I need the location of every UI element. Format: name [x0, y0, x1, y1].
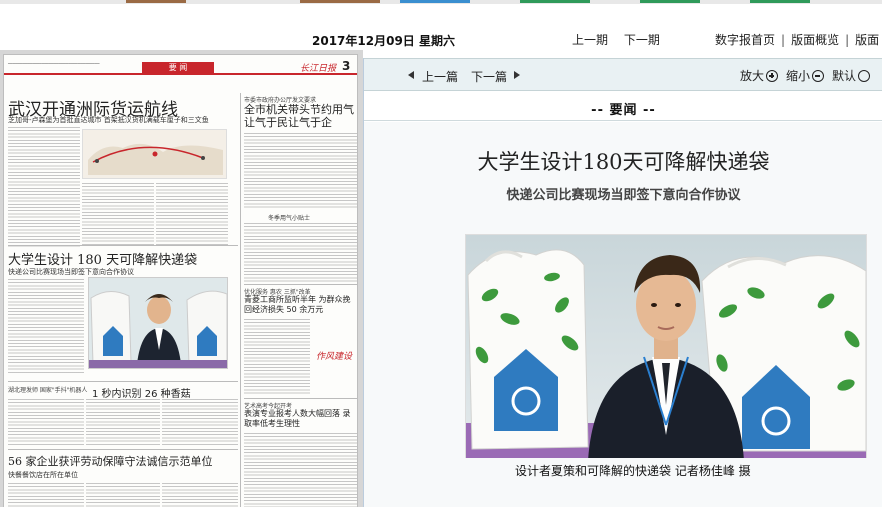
- page-link[interactable]: 版面: [855, 33, 879, 47]
- right-article-title-3[interactable]: 表演专业报考人数大幅回落 录取率低考生理性: [244, 409, 357, 429]
- zoom-default-icon: [858, 70, 871, 82]
- issue-date: 2017年12月09日 星期六: [312, 34, 455, 48]
- article-headline-mushroom[interactable]: 1 秒内识别 26 种香菇: [92, 385, 191, 400]
- article-toolbar: 上一篇 下一篇 放大 缩小 默认: [364, 58, 882, 91]
- zoom-out-button[interactable]: 缩小: [786, 67, 825, 84]
- prev-article-link[interactable]: 上一篇: [422, 68, 458, 85]
- next-arrow-icon[interactable]: [514, 71, 520, 79]
- bag-photo-thumbnail[interactable]: [88, 277, 228, 369]
- article-photo[interactable]: [465, 234, 867, 460]
- article-text: [8, 127, 80, 247]
- article-headline-enterprises[interactable]: 56 家企业获评劳动保障守法诚信示范单位: [8, 453, 213, 469]
- article-title: 大学生设计180天可降解快递袋: [477, 150, 770, 174]
- right-article-title-2[interactable]: 青菱工商所监听半年 为群众挽回经济损失 50 余万元: [244, 295, 357, 315]
- newspaper-page[interactable]: ━━━━━━━━━━━━━━━━━━━━━━━━━━━━━━━━━━━━━━ 要…: [3, 54, 358, 507]
- next-issue-link[interactable]: 下一期: [624, 33, 660, 47]
- zoom-in-button[interactable]: 放大: [740, 67, 779, 84]
- zoom-in-icon: [766, 70, 779, 82]
- section-label: -- 要闻 --: [591, 103, 656, 118]
- zoom-default-button[interactable]: 默认: [832, 67, 871, 84]
- page-number: 3: [342, 59, 351, 73]
- newspaper-page-panel: ━━━━━━━━━━━━━━━━━━━━━━━━━━━━━━━━━━━━━━ 要…: [0, 50, 363, 507]
- header-bar: 2017年12月09日 星期六 上一期 下一期 数字报首页 | 版面概览 | 版面: [0, 4, 882, 56]
- article-tag-3: 湖北理发师 国家"手抖"机器人: [8, 387, 88, 394]
- home-link[interactable]: 数字报首页: [715, 33, 775, 47]
- prev-issue-link[interactable]: 上一期: [572, 33, 608, 47]
- article-subhead-enterprises: 快餐餐饮店在所在单位: [8, 471, 78, 479]
- photo-caption: 设计者夏策和可降解的快递袋 记者杨佳峰 摄: [515, 464, 751, 478]
- right-article-sub-1: 冬季用气小贴士: [268, 215, 311, 222]
- article-subtitle: 快递公司比赛现场当即签下意向合作协议: [506, 188, 741, 203]
- article-subhead-bag: 快递公司比赛现场当即签下意向合作协议: [8, 268, 134, 276]
- section-bar: -- 要闻 --: [364, 91, 882, 121]
- zoom-out-icon: [812, 70, 825, 82]
- right-article-title-1[interactable]: 全市机关带头节约用气 让气于民让气于企: [244, 103, 357, 129]
- site-nav: 数字报首页 | 版面概览 | 版面: [715, 33, 880, 47]
- overview-link[interactable]: 版面概览: [791, 33, 839, 47]
- page-masthead: ━━━━━━━━━━━━━━━━━━━━━━━━━━━━━━━━━━━━━━ 要…: [8, 59, 351, 74]
- epaper-window: 2017年12月09日 星期六 上一期 下一期 数字报首页 | 版面概览 | 版面 ━━…: [0, 0, 882, 507]
- route-map-image: [82, 129, 227, 179]
- article-viewer: 上一篇 下一篇 放大 缩小 默认 -- 要闻 -- 大学生设计180天可降解快递…: [363, 58, 882, 507]
- column-seal: 作风建设: [316, 352, 353, 362]
- issue-nav: 上一期 下一期: [572, 31, 672, 48]
- article-subhead-cargo: 芝加哥-卢森堡为首批直达城市 首架抵汉货机满载车厘子和三文鱼: [8, 116, 209, 124]
- prev-arrow-icon[interactable]: [408, 71, 414, 79]
- next-article-link[interactable]: 下一篇: [471, 68, 507, 85]
- article-headline-bag[interactable]: 大学生设计 180 天可降解快递袋: [8, 249, 197, 268]
